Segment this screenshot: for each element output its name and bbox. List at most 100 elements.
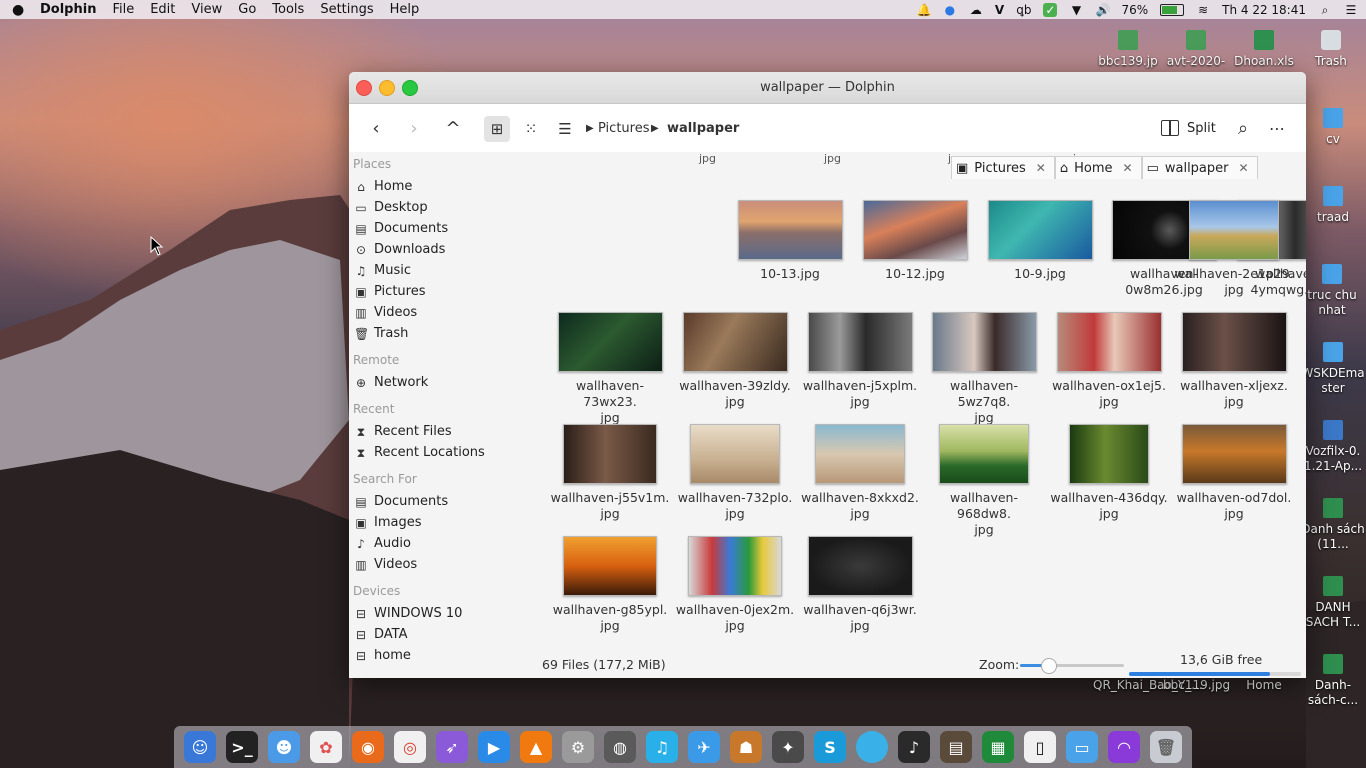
desktop-icon-qr-khai-bao[interactable]: QR_Khai_Bao_Y_... xyxy=(1093,678,1203,693)
menu-view[interactable]: View xyxy=(191,2,222,17)
desktop-icon-danh-sach-11[interactable]: Danh sách (11... xyxy=(1300,498,1366,552)
clock[interactable]: Th 4 22 18:41 xyxy=(1222,3,1306,17)
apple-menu-icon[interactable]: ● xyxy=(12,2,32,18)
menu-tools[interactable]: Tools xyxy=(272,2,304,17)
plane-dock-icon[interactable]: ✈ xyxy=(688,731,720,763)
notification-bell-icon[interactable]: 🔔 xyxy=(917,3,932,17)
back-arrow-icon[interactable]: ‹ xyxy=(363,116,389,142)
finder-dock-icon[interactable]: ☺ xyxy=(184,731,216,763)
sidebar-item-home-drive[interactable]: ⊟ home xyxy=(349,645,529,666)
music-dock-icon[interactable]: ♫ xyxy=(646,731,678,763)
icons-view-button[interactable]: ⊞ xyxy=(484,116,510,142)
menu-go[interactable]: Go xyxy=(238,2,256,17)
search-icon[interactable]: ⌕ xyxy=(1230,116,1256,142)
close-tab-icon[interactable]: ✕ xyxy=(1239,161,1249,175)
spreadsheet-dock-icon[interactable]: ▦ xyxy=(982,731,1014,763)
folder-dock-icon[interactable]: ▭ xyxy=(1066,731,1098,763)
file-item[interactable]: wallhaven-39zldy. jpg xyxy=(675,312,795,410)
desktop-icon-danh-sach-c[interactable]: Danh-sách-c... xyxy=(1300,654,1366,708)
desktop-icon-cv[interactable]: cv xyxy=(1298,108,1366,147)
file-item[interactable]: wallhaven-g85ypl. jpg xyxy=(550,536,670,634)
sidebar-item-downloads[interactable]: ⊙ Downloads xyxy=(349,239,529,260)
sidebar-item-pictures[interactable]: ▣ Pictures xyxy=(349,281,529,302)
breadcrumb-pictures[interactable]: Pictures xyxy=(598,121,649,136)
sidebar-item-home[interactable]: ⌂ Home xyxy=(349,176,529,197)
compact-view-button[interactable]: ⁙ xyxy=(518,116,544,142)
input-method-v[interactable]: V xyxy=(995,3,1004,17)
desktop-icon-vozfilx[interactable]: Vozfilx-0.1.21-Ap... xyxy=(1300,420,1366,474)
game-dock-icon[interactable]: ☗ xyxy=(730,731,762,763)
chrome-dock-icon[interactable]: ◎ xyxy=(394,731,426,763)
file-item[interactable]: wallhaven-73wx23. jpg xyxy=(550,312,670,426)
file-item[interactable]: wallhaven-2e1p29. jpg xyxy=(1174,200,1294,298)
details-view-button[interactable]: ☰ xyxy=(552,116,578,142)
search-icon[interactable]: ⌕ xyxy=(1318,3,1332,17)
file-item[interactable]: wallhaven-8xkxd2. jpg xyxy=(800,424,920,522)
sidebar-item-recent-locations[interactable]: ⧗ Recent Locations xyxy=(349,442,529,463)
forward-arrow-icon[interactable]: › xyxy=(401,116,427,142)
title-bar[interactable]: wallpaper — Dolphin xyxy=(349,72,1306,104)
sidebar-item-trash[interactable]: 🗑 Trash xyxy=(349,323,529,344)
file-item[interactable]: wallhaven-od7dol. jpg xyxy=(1174,424,1294,522)
bluetooth-icon[interactable]: ● xyxy=(943,3,957,17)
file-item[interactable]: wallhaven-q6j3wr. jpg xyxy=(800,536,920,634)
terminal-dock-icon[interactable]: >_ xyxy=(226,731,258,763)
file-item[interactable]: wallhaven-968dw8. jpg xyxy=(924,424,1044,538)
circle-app-dock-icon[interactable] xyxy=(856,731,888,763)
arc-dock-icon[interactable]: ◠ xyxy=(1108,731,1140,763)
wifi-icon[interactable]: ≋ xyxy=(1196,3,1210,17)
desktop-icon-traad[interactable]: traad xyxy=(1298,186,1366,225)
dropdown-arrow-icon[interactable]: ▼ xyxy=(1069,3,1083,17)
file-item[interactable]: wallhaven-0jex2m. jpg xyxy=(675,536,795,634)
desktop-icon-bbc119[interactable]: bbc119.jpg xyxy=(1163,678,1230,693)
app-green-icon[interactable]: ✓ xyxy=(1043,2,1058,17)
file-item[interactable]: wallhaven-j55v1m. jpg xyxy=(550,424,670,522)
file-item[interactable]: wallhaven-ox1ej5. jpg xyxy=(1049,312,1169,410)
sidebar-item-network[interactable]: ⊕ Network xyxy=(349,372,529,393)
file-item[interactable]: wallhaven-j5xplm. jpg xyxy=(800,312,920,410)
tab-pictures[interactable]: ▣ Pictures ✕ xyxy=(951,156,1055,179)
sidebar-item-desktop[interactable]: ▭ Desktop xyxy=(349,197,529,218)
menu-help[interactable]: Help xyxy=(390,2,420,17)
file-item[interactable]: 10-9.jpg xyxy=(980,200,1100,282)
menu-settings[interactable]: Settings xyxy=(320,2,373,17)
menu-edit[interactable]: Edit xyxy=(150,2,175,17)
photos-dock-icon[interactable]: ✿ xyxy=(310,731,342,763)
menu-app-name[interactable]: Dolphin xyxy=(40,2,96,17)
audio-dock-icon[interactable]: ♪ xyxy=(898,731,930,763)
system-settings-dock-icon[interactable]: ⚙ xyxy=(562,731,594,763)
battery-icon[interactable] xyxy=(1160,3,1185,16)
sidebar-item-data[interactable]: ⊟ DATA xyxy=(349,624,529,645)
sidebar-item-music[interactable]: ♫ Music xyxy=(349,260,529,281)
tab-home[interactable]: ⌂ Home ✕ xyxy=(1054,156,1142,179)
sidebar-item-documents[interactable]: ▤ Documents xyxy=(349,218,529,239)
input-method-qb[interactable]: ꝗb xyxy=(1016,3,1031,17)
screenshot-dock-icon[interactable]: ◍ xyxy=(604,731,636,763)
file-item[interactable]: wallhaven-5wz7q8. jpg xyxy=(924,312,1044,426)
desktop-icon-avt-2020[interactable]: avt-2020- xyxy=(1161,30,1231,69)
finder-face-dock-icon[interactable]: ☻ xyxy=(268,731,300,763)
bird-dock-icon[interactable]: ✦ xyxy=(772,731,804,763)
menu-list-icon[interactable]: ☰ xyxy=(1344,3,1358,17)
zoom-slider[interactable] xyxy=(1020,658,1124,674)
split-button[interactable]: Split xyxy=(1161,120,1216,136)
close-tab-icon[interactable]: ✕ xyxy=(1123,161,1133,175)
desktop-icon-trash[interactable]: Trash xyxy=(1296,30,1366,69)
eagle-dock-icon[interactable]: ➶ xyxy=(436,731,468,763)
close-tab-icon[interactable]: ✕ xyxy=(1036,161,1046,175)
up-arrow-icon[interactable]: ^ xyxy=(440,116,466,142)
menu-file[interactable]: File xyxy=(112,2,134,17)
sidebar-item-search-audio[interactable]: ♪ Audio xyxy=(349,533,529,554)
desktop-icon-dhoan[interactable]: Dhoan.xls xyxy=(1229,30,1299,69)
tab-wallpaper[interactable]: ▭ wallpaper ✕ xyxy=(1141,156,1258,179)
file-item[interactable]: wallhaven-732plo. jpg xyxy=(675,424,795,522)
trash-dock-icon[interactable]: 🗑 xyxy=(1150,731,1182,763)
desktop-icon-bbc139[interactable]: bbc139.jp xyxy=(1093,30,1163,69)
sidebar-item-search-images[interactable]: ▣ Images xyxy=(349,512,529,533)
zoom-slider-handle[interactable] xyxy=(1041,658,1058,674)
phone-dock-icon[interactable]: ▯ xyxy=(1024,731,1056,763)
file-item[interactable]: wallhaven-436dqy. jpg xyxy=(1049,424,1169,522)
more-options-icon[interactable]: ⋯ xyxy=(1264,116,1290,142)
desktop-icon-danh-sach-t[interactable]: DANH SACH T... xyxy=(1300,576,1366,630)
breadcrumb-wallpaper[interactable]: wallpaper xyxy=(667,121,739,136)
